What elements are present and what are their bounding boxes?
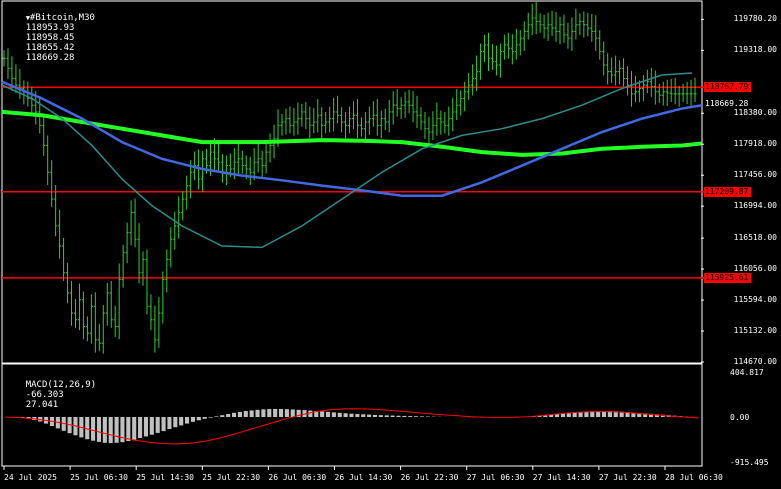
time-axis-tick: 26 Jul 06:30: [268, 473, 327, 482]
macd-scale-bottom: -915.495: [730, 458, 769, 467]
price-axis-tick: 117918.00: [733, 139, 777, 149]
price-axis-tick: 119318.00: [733, 45, 777, 55]
time-axis-tick: 26 Jul 22:30: [400, 473, 459, 482]
macd-header: MACD(12,26,9) -66.303 27.041: [4, 370, 96, 420]
chart-canvas[interactable]: [0, 0, 781, 489]
time-axis-tick: 25 Jul 14:30: [136, 473, 194, 482]
low-value: 118655.42: [25, 43, 75, 53]
price-axis-tick: 116056.00: [733, 264, 777, 274]
level-price-label: 115925.61: [704, 272, 751, 283]
macd-label: MACD(12,26,9): [25, 380, 97, 390]
open-value: 118953.93: [25, 23, 75, 33]
price-axis-tick: 114670.00: [733, 357, 777, 366]
macd-scale-top: 404.817: [730, 368, 764, 377]
time-axis-tick: 27 Jul 14:30: [532, 473, 591, 482]
time-axis-tick: 28 Jul 06:30: [665, 473, 723, 482]
price-axis-tick: 117456.00: [733, 170, 777, 180]
price-axis-tick: 118380.00: [733, 108, 777, 118]
macd-value-2: 27.041: [25, 400, 59, 410]
time-axis-tick: 24 Jul 2025: [4, 473, 57, 482]
time-axis-tick: 25 Jul 06:30: [70, 473, 128, 482]
chart-header: ▼#Bitcoin,M30 118953.93 118958.45 118655…: [4, 3, 95, 73]
price-axis-tick: 119780.20: [733, 14, 777, 24]
symbol-label: #Bitcoin,M30: [29, 13, 95, 23]
time-axis-tick: 27 Jul 06:30: [466, 473, 525, 482]
ma-fast-line: [1, 72, 693, 249]
price-axis-tick: 116518.00: [733, 233, 777, 243]
time-axis-tick: 27 Jul 22:30: [598, 473, 657, 482]
time-axis-tick: 25 Jul 22:30: [202, 473, 261, 482]
current-price-label: 118669.28: [704, 99, 751, 109]
close-value: 118669.28: [25, 53, 75, 63]
price-axis-tick: 115594.00: [733, 295, 777, 305]
level-price-label: 118767.79: [704, 82, 751, 93]
price-axis-tick: 115132.00: [733, 326, 777, 336]
macd-scale-zero: 0.00: [730, 413, 750, 422]
level-price-label: 117209.87: [704, 186, 751, 197]
macd-value-1: -66.303: [25, 390, 64, 400]
price-axis-tick: 116994.00: [733, 201, 777, 211]
trading-chart[interactable]: ▼#Bitcoin,M30 118953.93 118958.45 118655…: [0, 0, 781, 489]
time-axis-tick: 26 Jul 14:30: [334, 473, 393, 482]
high-value: 118958.45: [25, 33, 75, 43]
